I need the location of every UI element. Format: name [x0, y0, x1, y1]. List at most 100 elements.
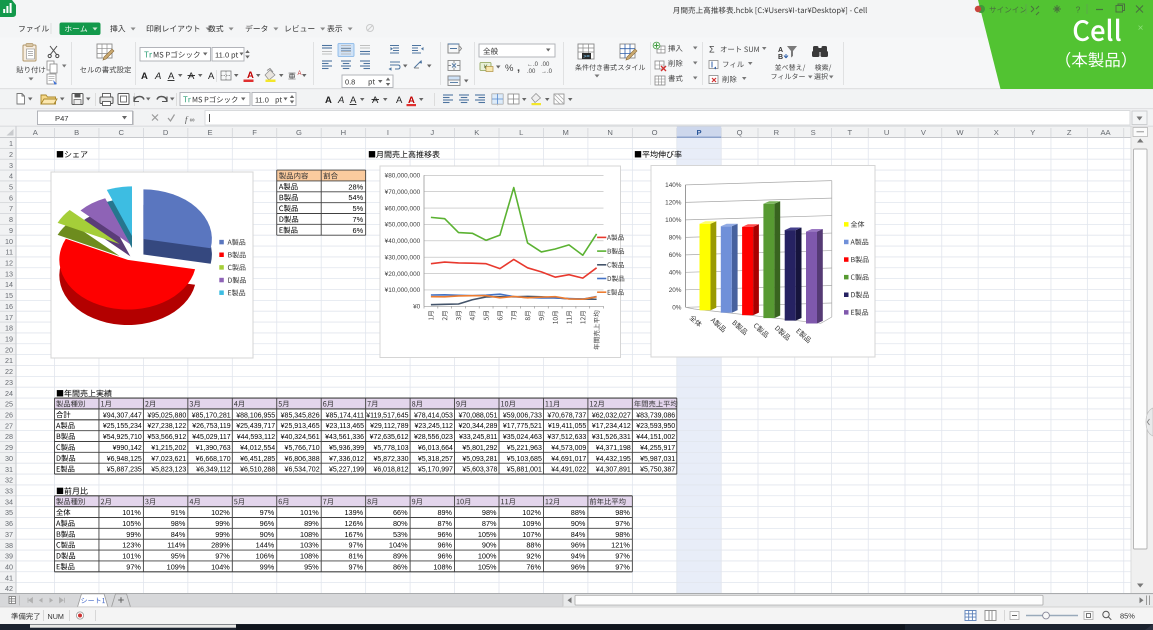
svg-text:22: 22 [5, 367, 13, 376]
svg-text:¥45,029,117: ¥45,029,117 [192, 434, 231, 441]
svg-text:4: 4 [9, 172, 13, 181]
svg-text:¥6,510,288: ¥6,510,288 [240, 467, 275, 474]
svg-text:76%: 76% [526, 562, 541, 571]
svg-text:¥5,221,963: ¥5,221,963 [507, 445, 542, 452]
svg-text:84%: 84% [571, 530, 586, 539]
svg-text:11: 11 [6, 248, 13, 257]
svg-text:27: 27 [5, 421, 13, 430]
svg-text:A: A [396, 95, 403, 106]
svg-text:87%: 87% [482, 519, 497, 528]
svg-text:¥6,349,112: ¥6,349,112 [196, 467, 231, 474]
svg-text:∞: ∞ [190, 117, 195, 124]
svg-text:5%: 5% [352, 204, 363, 213]
svg-text:¥70,678,737: ¥70,678,737 [547, 412, 586, 419]
svg-text:108%: 108% [300, 530, 319, 539]
svg-text:85%: 85% [1120, 612, 1135, 621]
svg-text:101%: 101% [122, 508, 141, 517]
svg-text:B: B [74, 128, 79, 137]
svg-text:¥28,556,023: ¥28,556,023 [414, 434, 453, 441]
svg-text:T: T [848, 128, 853, 137]
svg-text:¥33,245,811: ¥33,245,811 [459, 434, 498, 441]
svg-text:¥85,345,826: ¥85,345,826 [281, 412, 320, 419]
svg-text:90%: 90% [571, 519, 586, 528]
svg-text:¥85,170,281: ¥85,170,281 [192, 412, 231, 419]
svg-text:0%: 0% [672, 305, 682, 312]
svg-text:¥37,512,633: ¥37,512,633 [547, 434, 586, 441]
svg-text:¥27,238,122: ¥27,238,122 [147, 423, 186, 430]
svg-text:%: % [505, 63, 514, 74]
svg-text:167%: 167% [344, 530, 363, 539]
svg-text:¥5,936,399: ¥5,936,399 [329, 445, 364, 452]
svg-text:104%: 104% [389, 541, 408, 550]
svg-text:98%: 98% [615, 530, 630, 539]
svg-text:¥44,151,002: ¥44,151,002 [636, 434, 675, 441]
svg-text:105%: 105% [478, 530, 497, 539]
svg-text:A: A [325, 95, 332, 106]
svg-text:←.0: ←.0 [527, 62, 539, 68]
svg-text:¥4,371,198: ¥4,371,198 [596, 445, 631, 452]
svg-text:P: P [696, 128, 701, 137]
svg-text:¥990,142: ¥990,142 [113, 445, 142, 452]
svg-text:60%: 60% [669, 252, 682, 259]
svg-text:97%: 97% [615, 562, 630, 571]
svg-text:95%: 95% [304, 562, 319, 571]
svg-text:98%: 98% [171, 519, 186, 528]
svg-text:96%: 96% [571, 541, 586, 550]
svg-text:89%: 89% [393, 551, 408, 560]
svg-text:90%: 90% [482, 541, 497, 550]
svg-text:Σ: Σ [709, 45, 715, 55]
svg-text:P47: P47 [55, 114, 69, 123]
svg-text:0.8: 0.8 [345, 77, 355, 86]
svg-text:54%: 54% [348, 193, 363, 202]
svg-text:34: 34 [5, 497, 13, 506]
svg-text:102%: 102% [522, 508, 541, 517]
svg-text:¥29,112,789: ¥29,112,789 [370, 423, 409, 430]
svg-text:39: 39 [5, 552, 13, 561]
svg-text:¥40,000,000: ¥40,000,000 [385, 238, 421, 245]
svg-text:92%: 92% [526, 551, 541, 560]
svg-text:A: A [778, 47, 783, 54]
svg-text:¥6,668,170: ¥6,668,170 [196, 456, 231, 463]
svg-text:24: 24 [5, 389, 13, 398]
svg-text:53%: 53% [393, 530, 408, 539]
svg-text:¥5,227,199: ¥5,227,199 [329, 467, 364, 474]
svg-text:9: 9 [9, 226, 13, 235]
svg-text:¥5,093,281: ¥5,093,281 [462, 456, 497, 463]
svg-text:105%: 105% [478, 562, 497, 571]
svg-text:¥5,987,031: ¥5,987,031 [640, 456, 675, 463]
svg-text:¥23,593,950: ¥23,593,950 [636, 423, 675, 430]
svg-text:¥72,635,612: ¥72,635,612 [370, 434, 409, 441]
svg-text:17: 17 [5, 313, 13, 322]
svg-text:¥23,245,112: ¥23,245,112 [415, 423, 454, 430]
svg-text:,: , [517, 62, 520, 74]
svg-text:L: L [519, 128, 523, 137]
svg-text:96%: 96% [571, 562, 586, 571]
svg-text:¥25,155,234: ¥25,155,234 [103, 423, 142, 430]
svg-text:40: 40 [5, 563, 13, 572]
svg-text:90%: 90% [260, 530, 275, 539]
svg-text:109%: 109% [167, 562, 186, 571]
svg-text:88%: 88% [571, 508, 586, 517]
svg-text:¥5,887,235: ¥5,887,235 [107, 467, 142, 474]
svg-text:¥5,801,292: ¥5,801,292 [462, 445, 497, 452]
svg-text:109%: 109% [522, 519, 541, 528]
svg-text:¥85,174,411: ¥85,174,411 [326, 412, 365, 419]
svg-text:80%: 80% [669, 235, 682, 242]
svg-text:123%: 123% [122, 541, 141, 550]
svg-text:A: A [372, 95, 379, 106]
svg-text:.00: .00 [527, 69, 536, 75]
svg-text:N: N [607, 128, 612, 137]
svg-text:97%: 97% [215, 551, 230, 560]
svg-text:66%: 66% [393, 508, 408, 517]
svg-text:.00: .00 [541, 62, 550, 68]
svg-text:¥80,000,000: ¥80,000,000 [385, 173, 421, 180]
svg-text:23: 23 [5, 378, 13, 387]
svg-text:¥5,881,001: ¥5,881,001 [507, 467, 542, 474]
svg-text:¥19,411,055: ¥19,411,055 [548, 423, 587, 430]
svg-text:¥62,032,027: ¥62,032,027 [592, 412, 631, 419]
svg-text:¥7,336,012: ¥7,336,012 [329, 456, 364, 463]
svg-text:¥25,913,465: ¥25,913,465 [281, 423, 320, 430]
svg-text:¥4,691,017: ¥4,691,017 [551, 456, 586, 463]
svg-text:89%: 89% [304, 519, 319, 528]
svg-text:26: 26 [5, 411, 13, 420]
